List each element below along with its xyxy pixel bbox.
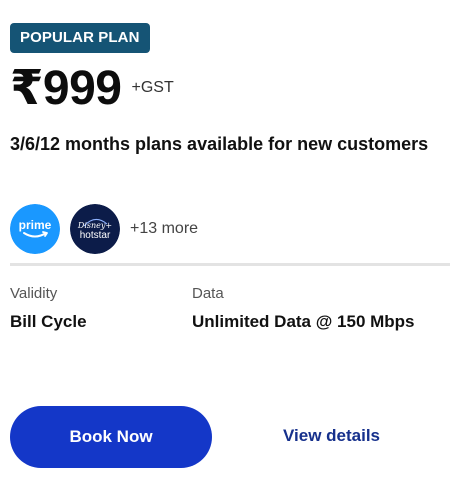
section-divider bbox=[10, 263, 450, 266]
data-label: Data bbox=[192, 285, 224, 302]
disney-hotstar-logo: Disney+ hotstar bbox=[70, 204, 120, 254]
validity-label: Validity bbox=[10, 285, 58, 302]
plan-price: ₹999 bbox=[10, 62, 122, 115]
tax-note: +GST bbox=[131, 79, 174, 96]
hotstar-logo-text: hotstar bbox=[80, 230, 111, 241]
more-ott-count[interactable]: +13 more bbox=[130, 220, 198, 238]
view-details-link[interactable]: View details bbox=[283, 426, 380, 446]
data-value: Unlimited Data @ 150 Mbps bbox=[192, 312, 415, 331]
popular-plan-badge: POPULAR PLAN bbox=[10, 23, 150, 53]
disney-logo-text: Disney+ bbox=[77, 221, 112, 230]
prime-video-logo: prime bbox=[10, 204, 60, 254]
price-row: ₹999 +GST bbox=[10, 60, 174, 118]
validity-value: Bill Cycle bbox=[10, 312, 87, 331]
plan-card: POPULAR PLAN ₹999 +GST 3/6/12 months pla… bbox=[0, 0, 459, 481]
prime-logo-text: prime bbox=[19, 218, 52, 232]
plan-description: 3/6/12 months plans available for new cu… bbox=[10, 134, 429, 154]
ott-benefits-row[interactable]: prime Disney+ hotstar +13 more bbox=[10, 204, 198, 254]
book-now-button[interactable]: Book Now bbox=[10, 406, 212, 468]
